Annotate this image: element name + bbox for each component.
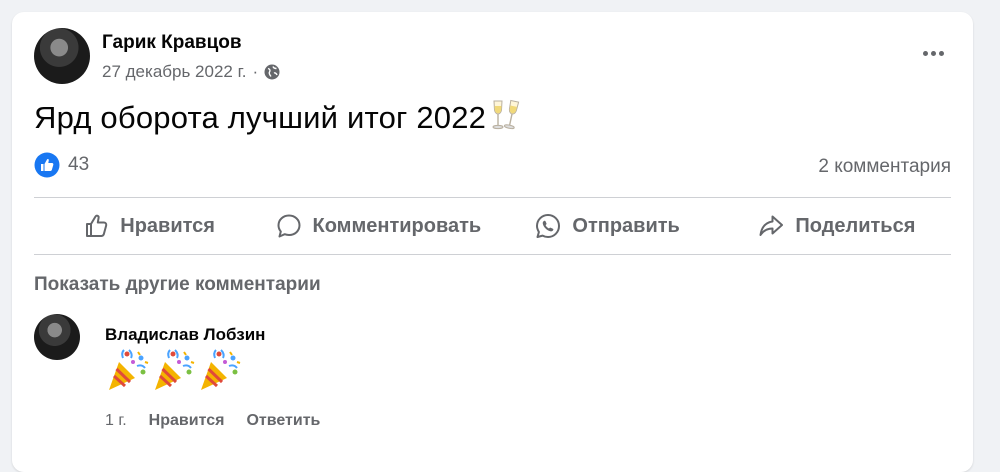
champagne-glasses-icon [492, 99, 520, 130]
share-button[interactable]: Поделиться [722, 202, 951, 250]
show-more-comments-link[interactable]: Показать другие комментарии [34, 274, 321, 296]
whatsapp-icon [536, 214, 561, 238]
comment-reply-button[interactable]: Ответить [246, 412, 320, 430]
comments-count[interactable]: 2 комментария [818, 156, 951, 178]
comment-time[interactable]: 1 г. [105, 412, 127, 430]
party-popper-icon [201, 349, 241, 390]
post-text: Ярд оборота лучший итог 2022 [34, 98, 524, 136]
comment-bubble-icon [277, 214, 300, 238]
send-label: Отправить [572, 214, 680, 237]
like-label: Нравится [120, 214, 215, 237]
post-actions: Нравится Комментировать Отправить Подели… [34, 202, 951, 250]
like-reaction-icon [34, 152, 60, 178]
comment-actions: 1 г. Нравится Ответить [105, 412, 320, 430]
author-name[interactable]: Гарик Кравцов [102, 32, 242, 54]
meta-separator: · [252, 62, 259, 81]
comment-label: Комментировать [312, 214, 482, 237]
globe-icon [264, 64, 280, 80]
dot-icon [922, 50, 928, 56]
comment-like-button[interactable]: Нравится [149, 412, 225, 430]
post-date[interactable]: 27 декабрь 2022 г. [102, 62, 246, 82]
reactions-summary[interactable]: 43 [34, 152, 89, 178]
author-avatar[interactable] [34, 28, 90, 84]
share-arrow-icon [759, 215, 784, 236]
dot-icon [930, 50, 936, 56]
post-meta: 27 декабрь 2022 г. · [102, 62, 280, 82]
dot-icon [938, 50, 944, 56]
send-button[interactable]: Отправить [493, 202, 722, 250]
share-label: Поделиться [795, 214, 916, 237]
comment-button[interactable]: Комментировать [263, 202, 492, 250]
post-text-content: Ярд оборота лучший итог 2022 [34, 100, 487, 135]
thumbs-up-icon [86, 214, 108, 237]
party-popper-icon [109, 349, 149, 390]
more-options-button[interactable] [915, 40, 951, 66]
commenter-avatar[interactable] [34, 314, 80, 360]
likes-count: 43 [68, 154, 90, 175]
like-button[interactable]: Нравится [34, 202, 263, 250]
party-popper-icon [155, 349, 195, 390]
post-card: Гарик Кравцов 27 декабрь 2022 г. · Ярд о… [12, 12, 973, 472]
commenter-name[interactable]: Владислав Лобзин [105, 325, 265, 345]
comment-body [105, 348, 241, 394]
divider [34, 254, 951, 255]
divider [34, 197, 951, 198]
